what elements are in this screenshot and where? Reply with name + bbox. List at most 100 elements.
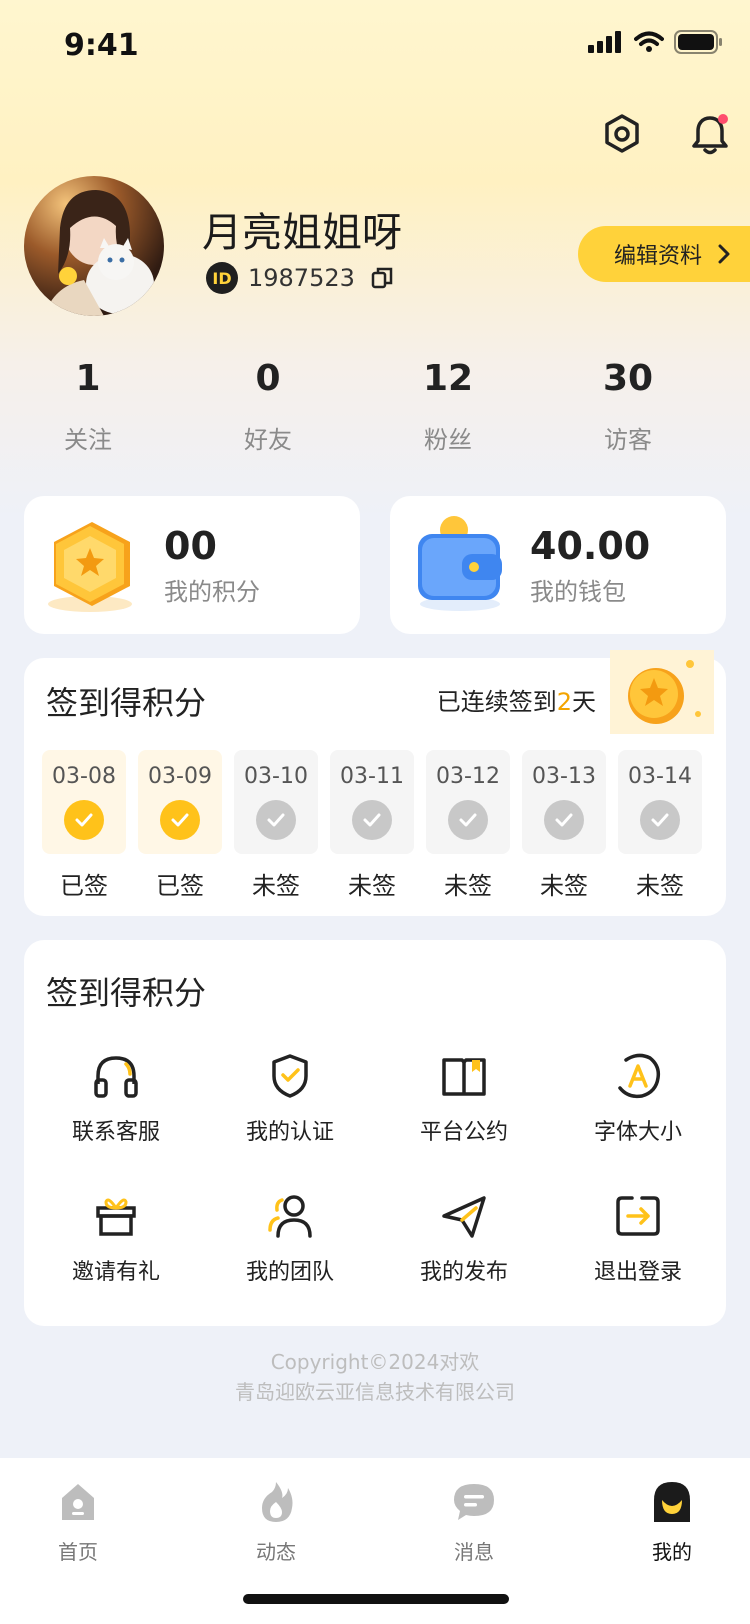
day-status: 未签 — [636, 872, 684, 900]
menu-item-label: 退出登录 — [593, 1260, 682, 1285]
send-icon — [442, 1196, 486, 1238]
checkin-day[interactable]: 03-11 未签 — [330, 750, 414, 900]
status-time: 9:41 — [64, 28, 139, 63]
menu-item-label: 平台公约 — [419, 1120, 508, 1145]
menu-title: 签到得积分 — [46, 974, 207, 1012]
logout-icon — [616, 1196, 660, 1236]
stat-label: 关注 — [64, 426, 112, 454]
menu-item-label: 字体大小 — [593, 1120, 682, 1145]
edit-profile-label: 编辑资料 — [614, 244, 703, 269]
day-status: 已签 — [60, 872, 108, 900]
menu-item-label: 邀请有礼 — [71, 1260, 160, 1285]
menu-item-customer-service[interactable]: 联系客服 — [46, 1050, 186, 1160]
copyright-line2: 青岛迎欧云亚信息技术有限公司 — [235, 1380, 515, 1404]
avatar[interactable] — [24, 176, 164, 316]
day-status: 未签 — [540, 872, 588, 900]
font-size-icon — [618, 1053, 661, 1099]
book-icon — [442, 1058, 486, 1096]
notification-button[interactable] — [684, 108, 736, 160]
flame-icon — [262, 1482, 293, 1522]
checkin-day[interactable]: 03-08 已签 — [42, 750, 126, 900]
checkin-day[interactable]: 03-10 未签 — [234, 750, 318, 900]
settings-button[interactable] — [596, 108, 648, 160]
wallet-label: 我的钱包 — [530, 578, 626, 606]
points-badge-icon — [48, 522, 132, 612]
menu-item-label: 我的发布 — [419, 1260, 508, 1285]
check-icon — [160, 800, 200, 840]
menu-item-invite[interactable]: 邀请有礼 — [46, 1190, 186, 1300]
check-icon — [352, 800, 392, 840]
menu-item-font-size[interactable]: 字体大小 — [568, 1050, 708, 1160]
wifi-icon — [634, 31, 664, 52]
points-label: 我的积分 — [164, 578, 260, 606]
avatar-image — [44, 190, 154, 316]
menu-item-team[interactable]: 我的团队 — [220, 1190, 360, 1300]
checkin-day[interactable]: 03-14 未签 — [618, 750, 702, 900]
team-icon — [268, 1195, 312, 1238]
checkin-days: 03-08 已签 03-09 已签 03-10 未签 03-11 未签 03-1… — [42, 750, 702, 900]
menu-item-label: 联系客服 — [71, 1120, 160, 1145]
checkin-card: 签到得积分 已连续签到2天 03-08 已签 03-09 已签 03-10 未签… — [24, 650, 726, 916]
tab-feed[interactable]: 动态 — [216, 1478, 336, 1565]
streak-prefix: 已连续签到 — [436, 688, 557, 716]
wallet-card[interactable]: 40.00 我的钱包 — [390, 496, 726, 634]
profile-id: 1987523 — [248, 264, 355, 292]
day-date: 03-09 — [148, 764, 212, 789]
stat-fans[interactable]: 12 粉丝 — [358, 358, 538, 455]
check-icon — [448, 800, 488, 840]
day-date: 03-12 — [436, 764, 500, 789]
stats-row: 1 关注 0 好友 12 粉丝 30 访客 — [0, 358, 750, 468]
wallet-icon — [418, 516, 502, 611]
tab-home[interactable]: 首页 — [18, 1478, 138, 1565]
stat-value: 12 — [422, 358, 474, 399]
menu-item-publish[interactable]: 我的发布 — [394, 1190, 534, 1300]
stat-friends[interactable]: 0 好友 — [178, 358, 358, 455]
signal-icon — [588, 31, 621, 53]
day-status: 未签 — [444, 872, 492, 900]
menu-item-verification[interactable]: 我的认证 — [220, 1050, 360, 1160]
check-icon — [256, 800, 296, 840]
menu-card: 签到得积分 联系客服 我的认证 平台公约 字体大小 邀请有礼 我的团队 我的发布… — [24, 940, 726, 1326]
battery-icon — [674, 30, 722, 54]
streak-days: 2 — [556, 688, 572, 716]
gift-icon — [96, 1198, 136, 1236]
profile-id-row: ID 1987523 — [206, 262, 393, 294]
tab-label: 动态 — [256, 1540, 296, 1564]
points-value: 00 — [164, 524, 217, 568]
coin-icon — [610, 650, 714, 734]
copy-icon[interactable] — [371, 267, 393, 289]
stat-following[interactable]: 1 关注 — [0, 358, 178, 455]
checkin-day[interactable]: 03-13 未签 — [522, 750, 606, 900]
tab-label: 我的 — [652, 1540, 692, 1564]
day-status: 未签 — [252, 872, 300, 900]
menu-item-logout[interactable]: 退出登录 — [568, 1190, 708, 1300]
stat-visitors[interactable]: 30 访客 — [538, 358, 718, 455]
status-bar: 9:41 — [0, 0, 750, 90]
checkin-day[interactable]: 03-12 未签 — [426, 750, 510, 900]
stat-value: 1 — [75, 358, 101, 399]
checkin-streak: 已连续签到2天 — [437, 682, 596, 717]
tab-messages[interactable]: 消息 — [414, 1478, 534, 1565]
menu-item-platform-rules[interactable]: 平台公约 — [394, 1050, 534, 1160]
check-icon — [544, 800, 584, 840]
home-indicator — [243, 1594, 509, 1604]
streak-suffix: 天 — [572, 688, 596, 716]
check-icon — [64, 800, 104, 840]
settings-icon — [605, 114, 639, 153]
status-icons — [588, 30, 722, 54]
chevron-right-icon — [718, 244, 730, 264]
tab-profile[interactable]: 我的 — [612, 1478, 732, 1565]
day-date: 03-13 — [532, 764, 596, 789]
day-status: 未签 — [348, 872, 396, 900]
home-icon — [62, 1484, 94, 1520]
message-icon — [454, 1484, 494, 1520]
stat-value: 0 — [255, 358, 281, 399]
checkin-day[interactable]: 03-09 已签 — [138, 750, 222, 900]
day-date: 03-11 — [340, 764, 404, 789]
tab-label: 首页 — [58, 1540, 98, 1564]
points-card[interactable]: 00 我的积分 — [24, 496, 360, 634]
menu-item-label: 我的团队 — [245, 1260, 334, 1285]
edit-profile-button[interactable]: 编辑资料 — [578, 226, 750, 282]
day-status: 已签 — [156, 872, 204, 900]
tab-label: 消息 — [454, 1540, 494, 1564]
